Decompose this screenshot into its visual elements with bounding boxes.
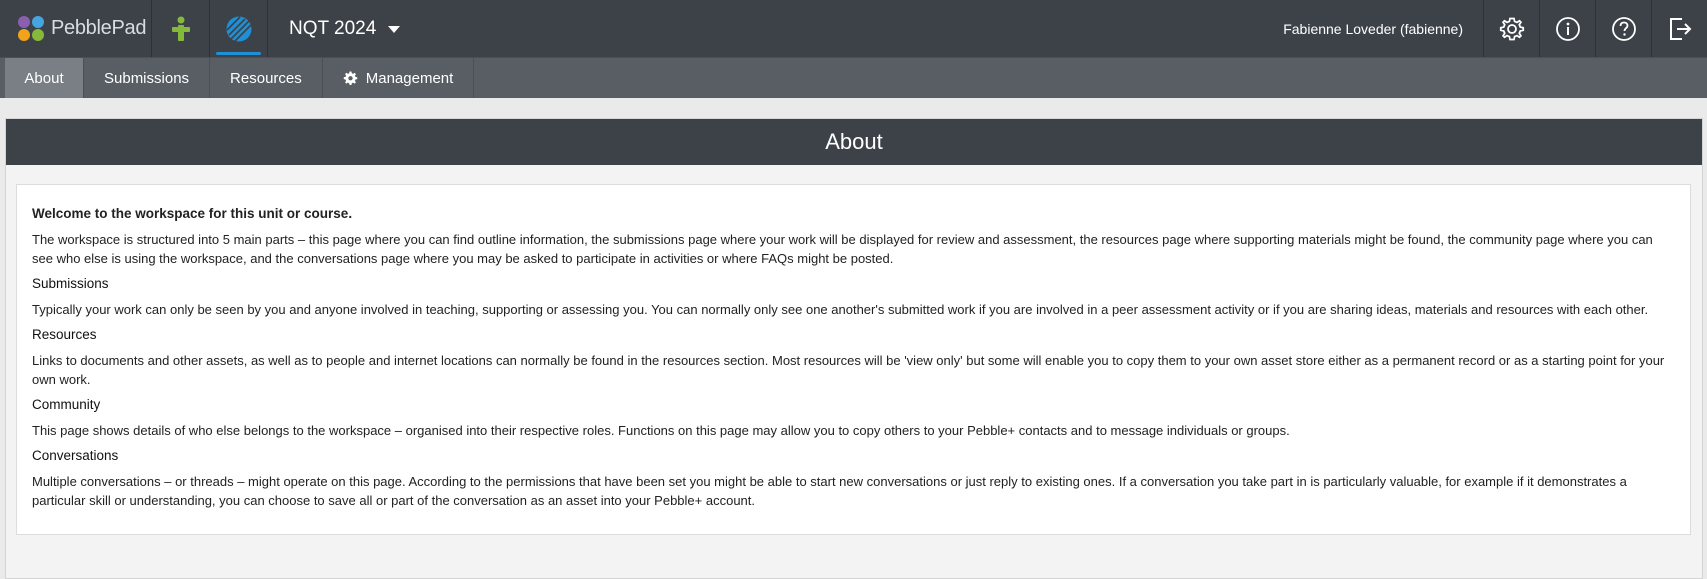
gear-icon [343, 70, 358, 86]
tab-management[interactable]: Management [323, 58, 475, 98]
tab-label: Resources [230, 69, 302, 87]
workspace-globe-icon [225, 15, 252, 42]
user-name[interactable]: Fabienne Loveder (fabienne) [1283, 0, 1483, 57]
section-heading-community: Community [32, 397, 101, 412]
workspace-selector[interactable]: NQT 2024 [268, 0, 401, 57]
about-panel: About Welcome to the workspace for this … [5, 118, 1703, 579]
logo-mark-icon [18, 16, 45, 41]
section-heading-conversations: Conversations [32, 448, 119, 463]
figure-icon [171, 16, 190, 41]
section-text-resources: Links to documents and other assets, as … [32, 353, 1665, 387]
intro-paragraph: The workspace is structured into 5 main … [32, 232, 1653, 266]
settings-button[interactable] [1483, 0, 1539, 57]
logo-text: PebblePad [51, 17, 147, 39]
pebble-plus-button[interactable] [152, 0, 210, 57]
section-text-community: This page shows details of who else belo… [32, 423, 1290, 438]
logout-button[interactable] [1651, 0, 1707, 57]
info-icon [1555, 16, 1580, 41]
chevron-down-icon [388, 25, 401, 33]
pebblepad-logo[interactable]: PebblePad [0, 0, 152, 57]
top-bar: PebblePad NQT 2024 Fabienne Loveder (fab… [0, 0, 1707, 57]
info-button[interactable] [1539, 0, 1595, 57]
workspace-title: NQT 2024 [289, 17, 377, 39]
header-spacer [400, 0, 1283, 57]
tab-label: Submissions [104, 69, 190, 87]
settings-gear-icon [1499, 17, 1524, 40]
tab-resources[interactable]: Resources [210, 58, 323, 98]
tab-label: About [24, 69, 64, 87]
section-heading-submissions: Submissions [32, 276, 109, 291]
workspace-tabs: About Submissions Resources Management [0, 57, 1707, 98]
help-button[interactable] [1595, 0, 1651, 57]
welcome-heading: Welcome to the workspace for this unit o… [32, 206, 353, 221]
about-content: Welcome to the workspace for this unit o… [16, 184, 1691, 535]
tab-about[interactable]: About [5, 58, 84, 98]
section-heading-resources: Resources [32, 327, 97, 342]
help-icon [1611, 16, 1636, 41]
workspace-button[interactable] [210, 0, 268, 57]
tab-label: Management [365, 69, 454, 87]
logout-icon [1669, 17, 1691, 40]
tab-submissions[interactable]: Submissions [84, 58, 211, 98]
panel-title: About [6, 119, 1702, 165]
section-text-submissions: Typically your work can only be seen by … [32, 302, 1649, 317]
section-text-conversations: Multiple conversations – or threads – mi… [32, 474, 1627, 508]
